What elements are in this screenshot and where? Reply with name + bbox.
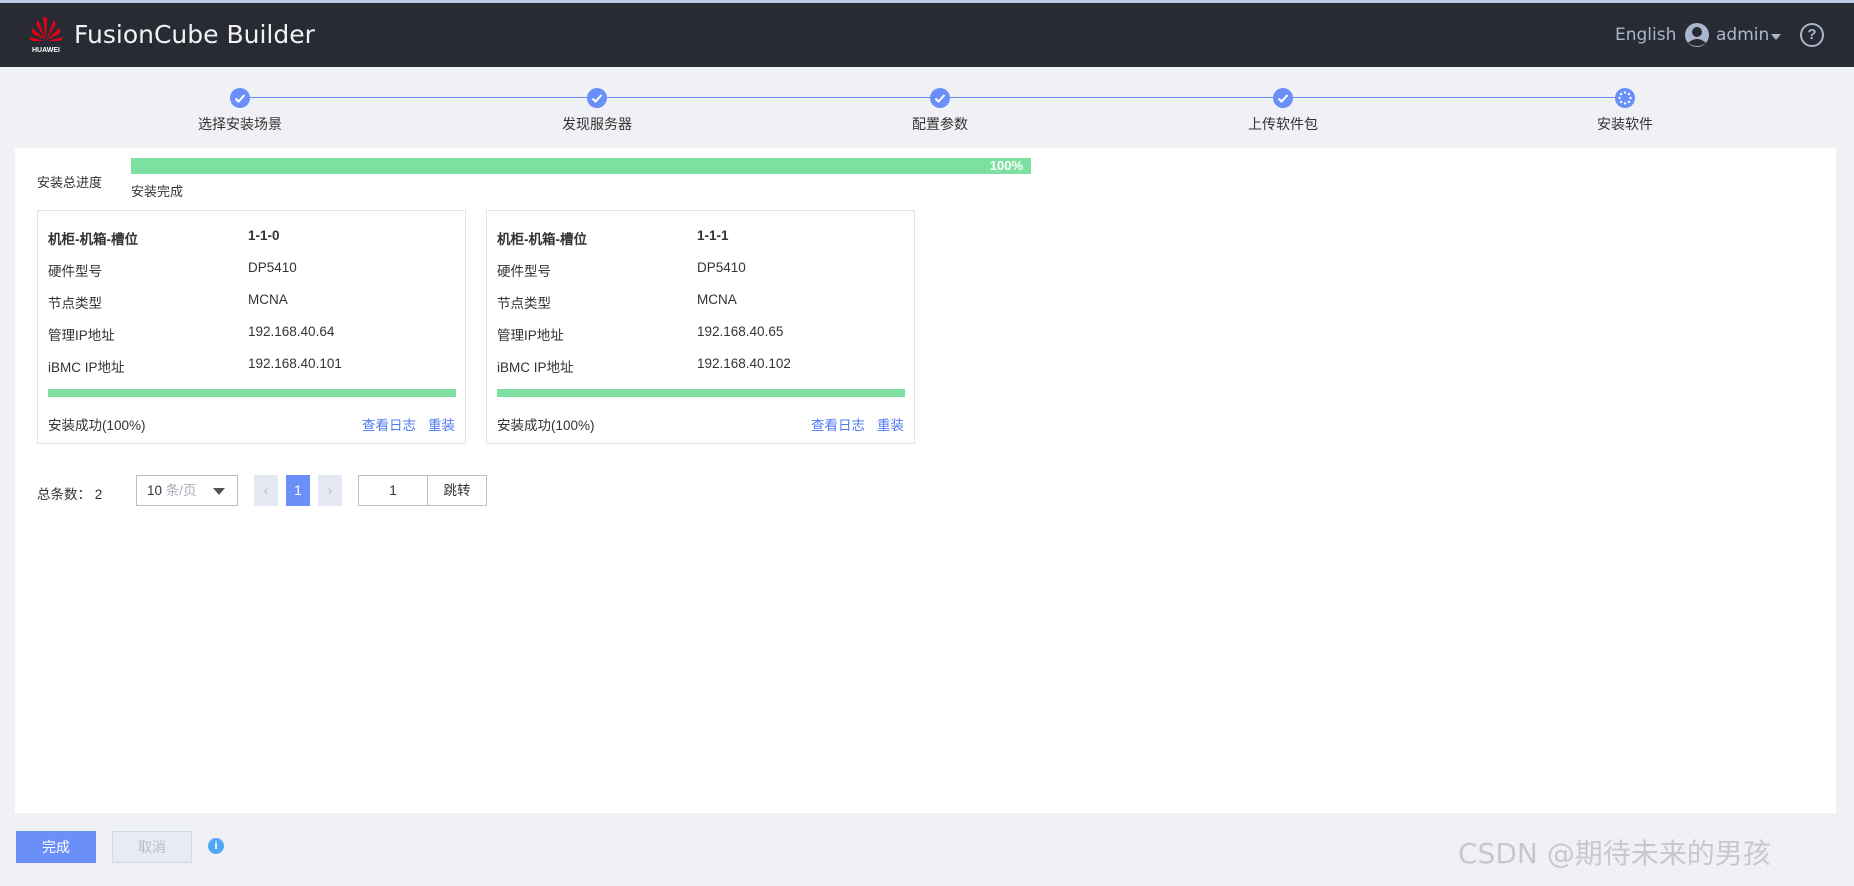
node-progress-bar xyxy=(497,389,905,397)
field-label: 硬件型号 xyxy=(48,264,102,279)
page-size-select[interactable]: 10 条/页 xyxy=(136,475,238,506)
field-label: 机柜-机箱-槽位 xyxy=(497,232,587,247)
jump-button[interactable]: 跳转 xyxy=(427,475,487,506)
field-value: 192.168.40.64 xyxy=(248,324,335,339)
huawei-logo: HUAWEI xyxy=(29,17,63,54)
total-label: 总条数： xyxy=(37,487,91,502)
field-value: 192.168.40.102 xyxy=(697,356,791,371)
loading-icon xyxy=(1615,88,1635,108)
svg-text:HUAWEI: HUAWEI xyxy=(32,47,60,54)
field-value: 1-1-0 xyxy=(248,228,280,243)
overall-progress-label: 安装总进度 xyxy=(37,175,103,190)
field-value: MCNA xyxy=(697,292,737,307)
step-label: 选择安装场景 xyxy=(198,116,282,132)
field-value: MCNA xyxy=(248,292,288,307)
field-label: iBMC IP地址 xyxy=(497,360,574,375)
caret-down-icon xyxy=(213,488,225,495)
field-value: DP5410 xyxy=(248,260,297,275)
field-label: 管理IP地址 xyxy=(48,328,115,343)
field-label: 硬件型号 xyxy=(497,264,551,279)
field-label: 节点类型 xyxy=(48,296,102,311)
step-label: 上传软件包 xyxy=(1248,116,1318,132)
jump-page-input[interactable]: 1 xyxy=(358,475,428,506)
view-log-link[interactable]: 查看日志 xyxy=(362,418,416,433)
reinstall-link[interactable]: 重装 xyxy=(428,418,455,433)
page-size-unit: 条/页 xyxy=(165,483,197,498)
node-status: 安装成功(100%) xyxy=(497,418,595,433)
view-log-link[interactable]: 查看日志 xyxy=(811,418,865,433)
app-title: FusionCube Builder xyxy=(74,20,315,49)
field-label: 机柜-机箱-槽位 xyxy=(48,232,138,247)
field-label: 管理IP地址 xyxy=(497,328,564,343)
overall-progress-status: 安装完成 xyxy=(131,184,184,199)
done-button[interactable]: 完成 xyxy=(16,831,96,863)
field-value: 1-1-1 xyxy=(697,228,729,243)
step-label: 配置参数 xyxy=(912,116,968,132)
field-value: DP5410 xyxy=(697,260,746,275)
step-label: 发现服务器 xyxy=(562,116,632,132)
step-label: 安装软件 xyxy=(1597,116,1653,132)
prev-page-button[interactable]: ‹ xyxy=(254,475,278,506)
check-icon xyxy=(930,88,950,108)
cancel-button[interactable]: 取消 xyxy=(112,831,192,863)
check-icon xyxy=(1273,88,1293,108)
node-progress-bar xyxy=(48,389,456,397)
total-count: 总条数： 2 xyxy=(37,483,102,503)
field-value: 192.168.40.65 xyxy=(697,324,784,339)
watermark: CSDN @期待未来的男孩 xyxy=(1458,837,1771,870)
chevron-down-icon[interactable] xyxy=(1771,34,1781,40)
user-menu[interactable]: admin xyxy=(1716,25,1769,45)
page-1-button[interactable]: 1 xyxy=(286,475,310,506)
field-value: 192.168.40.101 xyxy=(248,356,342,371)
next-page-button[interactable]: › xyxy=(318,475,342,506)
user-avatar-icon[interactable] xyxy=(1685,23,1709,47)
question-circle-icon[interactable]: ? xyxy=(1800,23,1824,47)
reinstall-link[interactable]: 重装 xyxy=(877,418,904,433)
overall-progress-bar: 100% xyxy=(131,158,1031,174)
field-label: iBMC IP地址 xyxy=(48,360,125,375)
language-switch[interactable]: English xyxy=(1615,25,1676,45)
info-icon[interactable]: i xyxy=(208,838,224,854)
node-status: 安装成功(100%) xyxy=(48,418,146,433)
check-icon xyxy=(587,88,607,108)
check-icon xyxy=(230,88,250,108)
node-card: 机柜-机箱-槽位 1-1-0 硬件型号 DP5410 节点类型 MCNA 管理IP地址 192… xyxy=(37,210,466,444)
total-value: 2 xyxy=(94,487,103,502)
page-size-value: 10 xyxy=(147,483,163,498)
node-card: 机柜-机箱-槽位 1-1-1 硬件型号 DP5410 节点类型 MCNA 管理IP地址 192… xyxy=(486,210,915,444)
field-label: 节点类型 xyxy=(497,296,551,311)
